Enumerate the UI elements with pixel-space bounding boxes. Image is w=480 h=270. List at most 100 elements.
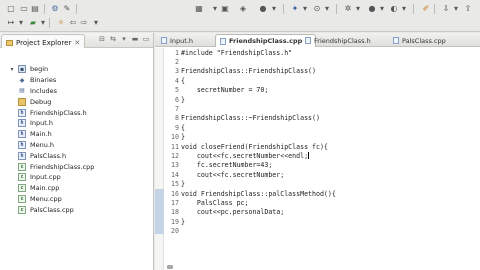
dropdown-icon[interactable]: ▾	[300, 4, 310, 14]
source-file-icon: c	[18, 184, 26, 193]
code-line[interactable]: 3 FriendshipClass::FriendshipClass()	[165, 67, 480, 76]
dropdown-icon[interactable]: ▾	[322, 4, 332, 14]
code-line[interactable]: 4{	[165, 76, 480, 85]
change-marker	[155, 189, 164, 198]
external-tools-icon[interactable]: ✦	[290, 4, 300, 14]
tree-item-label: Main.h	[30, 130, 52, 139]
dropdown-icon[interactable]: ▾	[210, 4, 220, 14]
new-file-icon[interactable]: ▢	[6, 4, 16, 14]
dropdown-icon[interactable]: ▾	[16, 18, 26, 28]
debug-run-icon[interactable]: ●	[258, 4, 268, 14]
tree-item[interactable]: h Menu.h	[0, 140, 153, 151]
code-line[interactable]: 6}	[165, 95, 480, 104]
tree-item[interactable]: c PalsClass.cpp	[0, 204, 153, 215]
save-icon[interactable]: ▭	[19, 4, 29, 14]
project-explorer-panel: Project Explorer ✕ ⊟ ⇆ ▾ ▬ ▭ ▾ ▪ begin ◆ Bin…	[0, 33, 154, 270]
next-annotation-icon[interactable]: ⇩	[441, 4, 451, 14]
folder-icon[interactable]: ▰	[28, 18, 38, 28]
dropdown-icon[interactable]: ▾	[377, 4, 387, 14]
build-all-icon[interactable]: ◈	[238, 4, 248, 14]
editor-tab[interactable]: Input.h	[157, 34, 197, 47]
line-text: PalsClass pc;	[181, 198, 249, 207]
code-line[interactable]: 13 fc.secretNumber=43;	[165, 161, 480, 170]
header-file-icon: h	[18, 151, 26, 160]
dropdown-icon[interactable]: ▾	[38, 18, 48, 28]
code-line[interactable]: 16 void FriendshipClass::palClassMethod()…	[165, 189, 480, 198]
new-class-icon[interactable]: ▦	[194, 4, 204, 14]
tree-item-project[interactable]: ▾ ▪ begin	[0, 64, 153, 75]
target-icon[interactable]: ⊙	[312, 4, 322, 14]
dropdown-icon[interactable]: ▾	[399, 4, 409, 14]
tree-item[interactable]: h Input.h	[0, 118, 153, 129]
minimize-icon[interactable]: ▬	[131, 35, 139, 43]
run-icon[interactable]: ●	[367, 4, 377, 14]
close-icon[interactable]: ✕	[74, 39, 80, 47]
view-menu-icon[interactable]: ▾	[120, 35, 128, 43]
skip-icon[interactable]: ◐	[389, 4, 399, 14]
tree-item[interactable]: h Main.h	[0, 129, 153, 140]
toolbar-separator	[413, 4, 414, 14]
code-line[interactable]: 12 cout<<fc.secretNumber<<endl;	[165, 151, 480, 160]
tree-item-label: FriendshipClass.cpp	[30, 162, 95, 171]
tools-icon[interactable]: ✎	[62, 4, 72, 14]
line-text: }	[181, 217, 185, 226]
tree-item[interactable]: c Menu.cpp	[0, 194, 153, 205]
code-line[interactable]: 10}	[165, 133, 480, 142]
tree-item[interactable]: Debug	[0, 96, 153, 107]
editor-tab[interactable]: FriendshipClass.h	[301, 34, 375, 47]
code-line[interactable]: 11 void closeFriend(FriendshipClass fc){	[165, 142, 480, 151]
code-line[interactable]: 17 PalsClass pc;	[165, 198, 480, 207]
tree-item[interactable]: ◆ Binaries	[0, 75, 153, 86]
expand-toggle-icon[interactable]: ▾	[8, 66, 16, 73]
new-wizard-icon[interactable]: ↦	[6, 18, 16, 28]
change-marker	[155, 207, 164, 216]
collapse-all-icon[interactable]: ⊟	[98, 35, 106, 43]
horizontal-scrollbar[interactable]	[167, 265, 173, 269]
tree-item[interactable]: ▤ Includes	[0, 86, 153, 97]
dropdown-icon[interactable]: ▾	[353, 4, 363, 14]
code-line[interactable]: 7	[165, 104, 480, 113]
line-number: 10	[171, 133, 179, 142]
editor-tab[interactable]: PalsClass.cpp	[389, 34, 450, 47]
code-line[interactable]: 20	[165, 226, 480, 235]
tree-item[interactable]: c Input.cpp	[0, 172, 153, 183]
dropdown-icon[interactable]: ▾	[269, 4, 279, 14]
pen-icon[interactable]: ✐	[421, 4, 431, 14]
line-number: 19	[171, 217, 179, 226]
tree-item-label: Binaries	[30, 76, 57, 85]
tree-item[interactable]: h FriendshipClass.h	[0, 107, 153, 118]
tree-item[interactable]: c Main.cpp	[0, 183, 153, 194]
link-editor-icon[interactable]: ⇆	[109, 35, 117, 43]
dropdown-icon[interactable]: ▾	[91, 18, 101, 28]
dropdown-icon[interactable]: ▾	[451, 4, 461, 14]
line-text: cout<<fc.secretNumber<<endl;	[181, 151, 309, 160]
build-gear-icon[interactable]: ⚙	[50, 4, 60, 14]
tree-item-label: Menu.cpp	[30, 194, 62, 203]
code-line[interactable]: 8 FriendshipClass::~FriendshipClass()	[165, 114, 480, 123]
code-line[interactable]: 14 cout<<fc.secretNumber;	[165, 170, 480, 179]
project-explorer-tab[interactable]: Project Explorer ✕	[1, 34, 86, 48]
print-icon[interactable]: ▤	[30, 4, 40, 14]
code-line[interactable]: 1 #include "FriendshipClass.h"	[165, 48, 480, 57]
maximize-icon[interactable]: ▭	[142, 35, 150, 43]
code-area[interactable]: 1 #include "FriendshipClass.h" 2 3 Friendshi…	[165, 48, 480, 236]
code-line[interactable]: 9{	[165, 123, 480, 132]
line-number: 18	[171, 208, 179, 217]
tree-item[interactable]: c FriendshipClass.cpp	[0, 161, 153, 172]
tree-item[interactable]: h PalsClass.h	[0, 150, 153, 161]
prev-annotation-icon[interactable]: ⇧	[463, 4, 473, 14]
code-line[interactable]: 5 secretNumber = 70;	[165, 86, 480, 95]
code-line[interactable]: 15}	[165, 179, 480, 188]
line-text: FriendshipClass::FriendshipClass()	[181, 67, 316, 76]
search-icon[interactable]: ✲	[343, 4, 353, 14]
tree-item-label: Input.h	[30, 119, 54, 128]
line-text: {	[181, 123, 185, 132]
line-number: 8	[175, 114, 179, 123]
new-source-icon[interactable]: ▣	[220, 4, 230, 14]
code-line[interactable]: 2	[165, 57, 480, 66]
nav-back-icon[interactable]: ⇦	[68, 18, 78, 28]
nav-forward-icon[interactable]: ⇨	[79, 18, 89, 28]
code-line[interactable]: 19}	[165, 217, 480, 226]
code-line[interactable]: 18 cout<<pc.personalData;	[165, 208, 480, 217]
build-icon[interactable]: ✧	[56, 18, 66, 28]
